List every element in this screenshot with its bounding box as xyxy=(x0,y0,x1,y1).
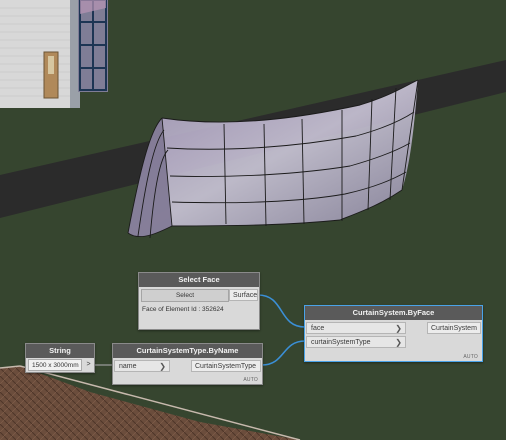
lacing-indicator: AUTO xyxy=(463,354,478,360)
curtain-system-type-by-name-node[interactable]: CurtainSystemType.ByName name ❯ CurtainS… xyxy=(112,343,263,385)
selection-info-text: Face of Element Id : 352624 xyxy=(142,306,224,313)
chevron-right-icon: ❯ xyxy=(395,324,402,333)
select-face-node[interactable]: Select Face Select Surface Face of Eleme… xyxy=(138,272,260,330)
string-output-port[interactable]: > xyxy=(84,359,93,371)
face-input-port[interactable]: face ❯ xyxy=(306,322,406,334)
chevron-right-icon: ❯ xyxy=(395,338,402,347)
curtain-system-type-output-port[interactable]: CurtainSystemType xyxy=(191,360,261,372)
curtain-system-type-input-label: curtainSystemType xyxy=(311,339,371,346)
select-face-node-title: Select Face xyxy=(139,273,259,287)
surface-output-port[interactable]: Surface xyxy=(229,289,258,301)
curtain-system-type-by-name-node-title: CurtainSystemType.ByName xyxy=(113,344,262,358)
string-node[interactable]: String 1500 x 3000mm > xyxy=(25,343,95,373)
curtain-system-type-input-port[interactable]: curtainSystemType ❯ xyxy=(306,336,406,348)
curtain-system-output-port[interactable]: CurtainSystem xyxy=(427,322,481,334)
curtain-system-by-face-node-title: CurtainSystem.ByFace xyxy=(305,306,482,320)
lacing-indicator: AUTO xyxy=(243,377,258,383)
string-value-field[interactable]: 1500 x 3000mm xyxy=(28,359,82,371)
select-button[interactable]: Select xyxy=(141,289,229,302)
chevron-right-icon: ❯ xyxy=(159,362,166,371)
face-input-label: face xyxy=(311,325,325,332)
curtain-system-by-face-node[interactable]: CurtainSystem.ByFace face ❯ curtainSyste… xyxy=(304,305,483,362)
string-node-title: String xyxy=(26,344,94,358)
name-input-label: name xyxy=(119,363,137,370)
building xyxy=(0,0,108,108)
name-input-port[interactable]: name ❯ xyxy=(114,360,170,372)
